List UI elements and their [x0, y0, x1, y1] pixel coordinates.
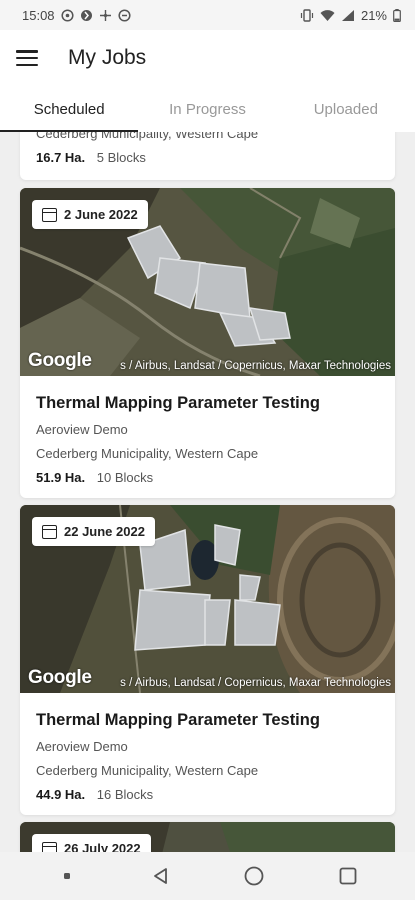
job-blocks: 10 Blocks: [96, 470, 154, 485]
map-attribution: s / Airbus, Landsat / Copernicus, Maxar …: [120, 677, 391, 689]
notification-icon: [80, 9, 92, 21]
map-attribution: s / Airbus, Landsat / Copernicus, Maxar …: [120, 360, 391, 372]
job-card-partial[interactable]: Cederberg Municipality, Western Cape 16.…: [20, 132, 395, 180]
job-date: 22 June 2022: [64, 524, 145, 539]
google-logo: Google: [28, 667, 92, 688]
tab-uploaded[interactable]: Uploaded: [277, 86, 415, 132]
job-client: Aeroview Demo: [36, 739, 128, 754]
status-bar: 15:08 21%: [0, 0, 415, 30]
whatsapp-icon: [60, 8, 74, 22]
job-title: Thermal Mapping Parameter Testing: [36, 394, 320, 412]
job-card[interactable]: 26 July 2022: [20, 822, 395, 852]
vibrate-icon: [300, 8, 314, 22]
app-bar: My Jobs: [0, 30, 415, 86]
job-location: Cederberg Municipality, Western Cape: [36, 763, 259, 778]
home-icon[interactable]: [234, 856, 274, 896]
job-map-thumbnail: 2 June 2022 Google s / Airbus, Landsat /…: [20, 188, 395, 376]
page-title: My Jobs: [68, 46, 147, 69]
job-hectares: 44.9 Ha.: [36, 787, 86, 802]
job-blocks: 16 Blocks: [96, 787, 154, 802]
drone-icon: [99, 9, 111, 21]
job-list[interactable]: Cederberg Municipality, Western Cape 16.…: [0, 132, 415, 852]
job-meta: 51.9 Ha. 10 Blocks: [36, 470, 379, 485]
job-map-thumbnail: 26 July 2022: [20, 822, 395, 852]
job-meta: 44.9 Ha. 16 Blocks: [36, 787, 379, 802]
calendar-icon: [42, 207, 57, 222]
job-location: Cederberg Municipality, Western Cape: [36, 132, 259, 141]
date-chip: 26 July 2022: [32, 834, 151, 852]
job-card[interactable]: 22 June 2022 Google s / Airbus, Landsat …: [20, 505, 395, 815]
signal-icon: [341, 9, 354, 21]
tab-scheduled[interactable]: Scheduled: [0, 86, 139, 132]
system-nav-bar: [0, 852, 415, 900]
job-meta: 16.7 Ha. 5 Blocks: [36, 150, 379, 165]
battery-percent: 21%: [360, 7, 387, 23]
job-title: Thermal Mapping Parameter Testing: [36, 711, 320, 729]
status-time: 15:08: [22, 7, 55, 23]
calendar-icon: [42, 841, 57, 852]
recents-icon[interactable]: [328, 856, 368, 896]
tab-in-progress[interactable]: In Progress: [138, 86, 276, 132]
wifi-icon: [320, 9, 335, 21]
battery-icon: [393, 8, 401, 22]
job-blocks: 5 Blocks: [96, 150, 146, 165]
date-chip: 22 June 2022: [32, 517, 155, 546]
back-icon[interactable]: [141, 856, 181, 896]
job-hectares: 51.9 Ha.: [36, 470, 86, 485]
job-client: Aeroview Demo: [36, 422, 128, 437]
job-map-thumbnail: 22 June 2022 Google s / Airbus, Landsat …: [20, 505, 395, 693]
calendar-icon: [42, 524, 57, 539]
date-chip: 2 June 2022: [32, 200, 148, 229]
vpn-icon: [117, 8, 131, 22]
job-card[interactable]: 2 June 2022 Google s / Airbus, Landsat /…: [20, 188, 395, 498]
nav-dot-icon: [47, 856, 87, 896]
job-location: Cederberg Municipality, Western Cape: [36, 446, 259, 461]
tab-bar: Scheduled In Progress Uploaded: [0, 86, 415, 132]
job-hectares: 16.7 Ha.: [36, 150, 86, 165]
google-logo: Google: [28, 350, 92, 371]
hamburger-menu-icon[interactable]: [16, 50, 38, 66]
job-date: 26 July 2022: [64, 841, 141, 852]
job-date: 2 June 2022: [64, 207, 138, 222]
